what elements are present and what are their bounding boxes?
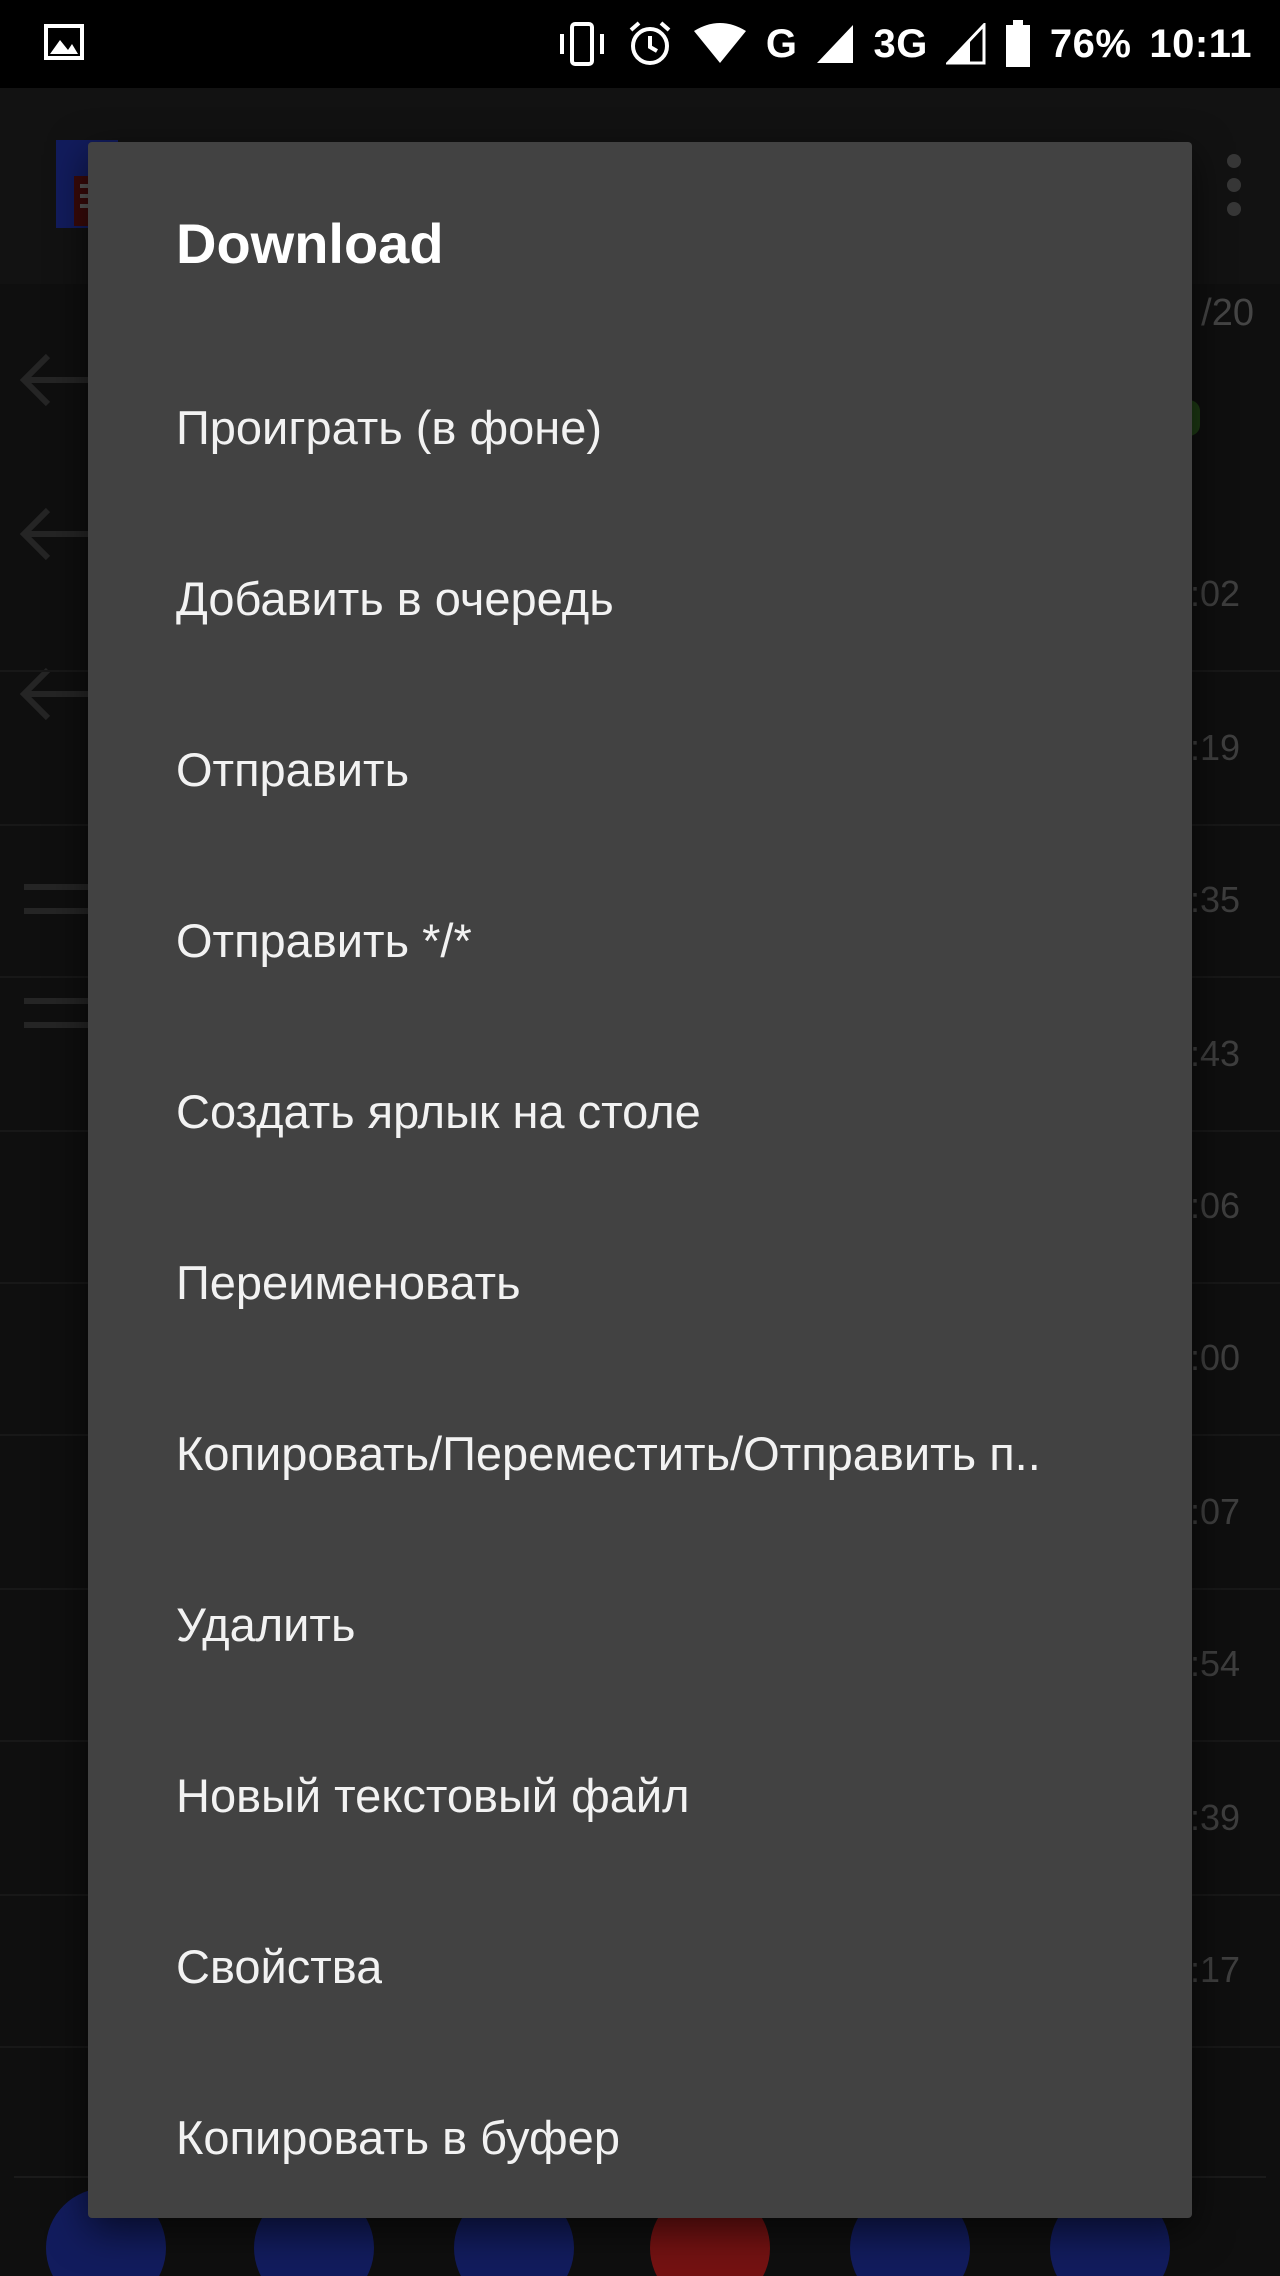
menu-item-label: Добавить в очередь	[176, 572, 614, 625]
menu-item-add-to-queue[interactable]: Добавить в очередь	[88, 513, 1192, 684]
menu-item-label: Новый текстовый файл	[176, 1769, 690, 1822]
menu-item-copy-move-send[interactable]: Копировать/Переместить/Отправить п..	[88, 1368, 1192, 1539]
dialog-title: Download	[176, 212, 444, 275]
battery-percent: 76%	[1049, 21, 1132, 66]
menu-item-play-background[interactable]: Проиграть (в фоне)	[88, 342, 1192, 513]
menu-item-properties[interactable]: Свойства	[88, 1881, 1192, 2052]
menu-item-label: Отправить	[176, 743, 410, 796]
menu-item-label: Переименовать	[176, 1256, 521, 1309]
menu-item-label: Отправить */*	[176, 914, 472, 967]
battery-icon	[1005, 20, 1030, 67]
vibrate-icon	[559, 22, 604, 66]
status-bar: G 3G 76% 10:11	[0, 0, 1280, 88]
network-type-3g: 3G	[873, 21, 928, 66]
menu-item-delete[interactable]: Удалить	[88, 1539, 1192, 1710]
alarm-icon	[629, 21, 671, 65]
screen: G 3G 76% 10:11 /20:02:19:35:43:06:…	[0, 0, 1280, 2276]
image-icon	[44, 24, 84, 60]
network-type-g: G	[765, 21, 798, 66]
menu-item-label: Удалить	[176, 1598, 356, 1651]
signal-icon	[945, 23, 986, 65]
menu-item-copy-to-clipboard[interactable]: Копировать в буфер	[88, 2052, 1192, 2218]
menu-list: Проиграть (в фоне) Добавить в очередь От…	[88, 342, 1192, 2218]
menu-item-label: Копировать/Переместить/Отправить п..	[176, 1427, 1041, 1480]
clock: 10:11	[1149, 21, 1252, 66]
menu-item-new-text-file[interactable]: Новый текстовый файл	[88, 1710, 1192, 1881]
wifi-icon	[693, 23, 746, 63]
menu-item-label: Свойства	[176, 1940, 383, 1993]
menu-item-send[interactable]: Отправить	[88, 684, 1192, 855]
menu-item-label: Проиграть (в фоне)	[176, 401, 603, 454]
menu-item-rename[interactable]: Переименовать	[88, 1197, 1192, 1368]
context-menu-dialog: Download Проиграть (в фоне) Добавить в о…	[88, 142, 1192, 2218]
signal-icon	[817, 25, 854, 63]
status-icons: G 3G 76% 10:11	[556, 0, 1252, 88]
menu-item-create-shortcut[interactable]: Создать ярлык на столе	[88, 1026, 1192, 1197]
menu-item-label: Копировать в буфер	[176, 2111, 620, 2164]
menu-item-label: Создать ярлык на столе	[176, 1085, 701, 1138]
menu-item-send-any[interactable]: Отправить */*	[88, 855, 1192, 1026]
